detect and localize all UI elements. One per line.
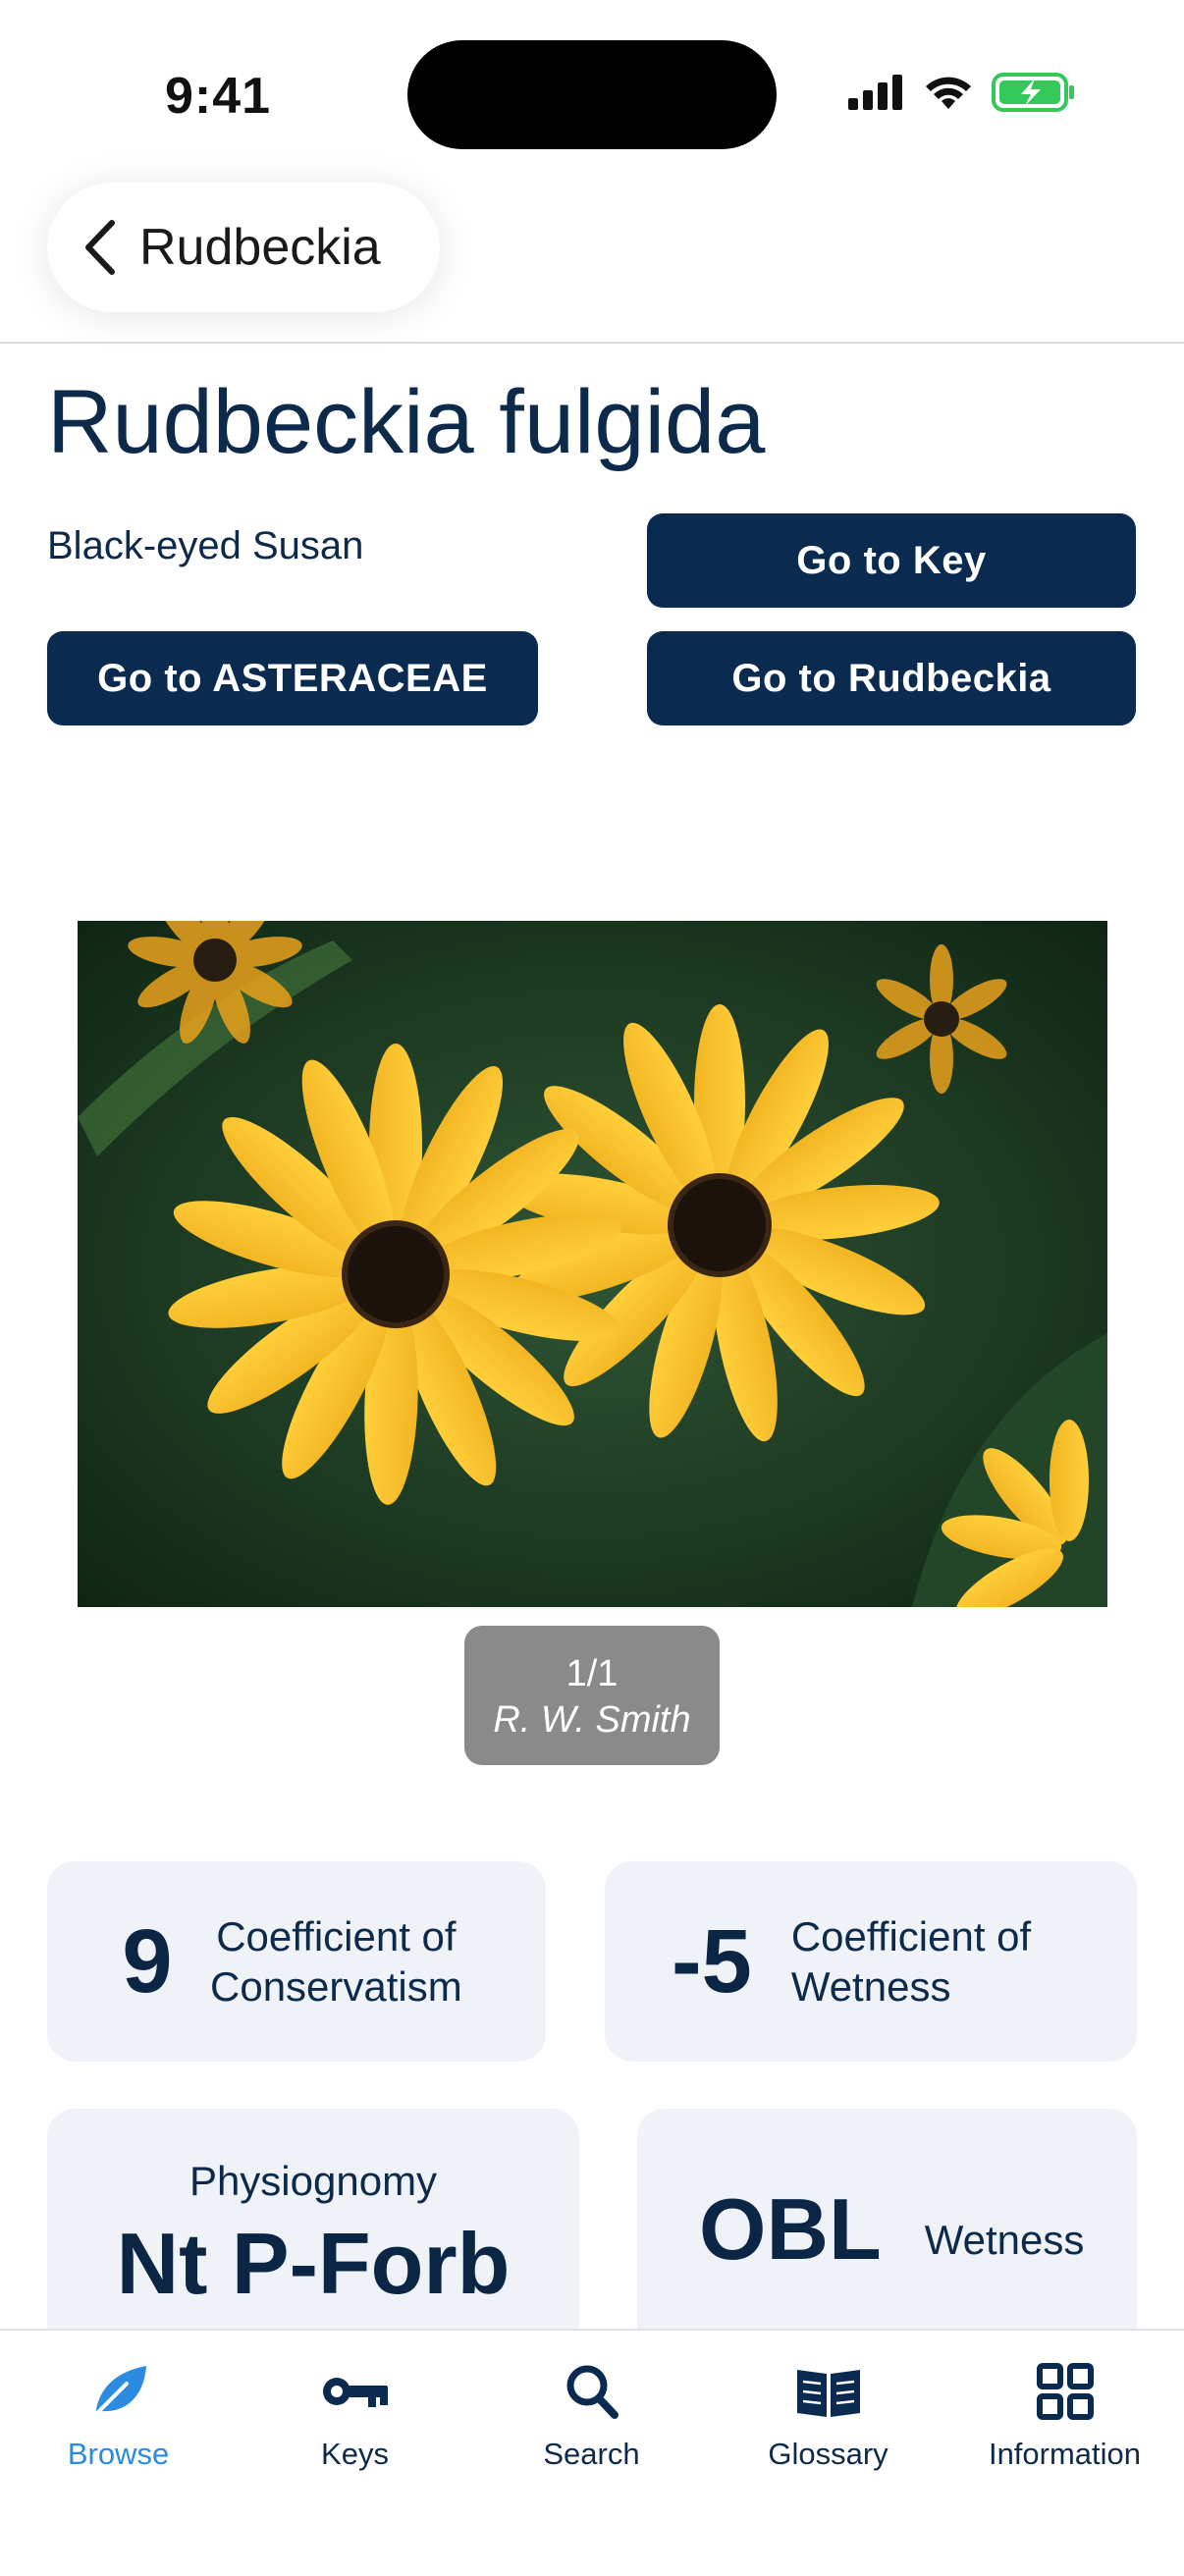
- coefficient-of-wetness-card: -5 Coefficient of Wetness: [605, 1861, 1137, 2062]
- species-title: Rudbeckia fulgida: [47, 372, 766, 472]
- tab-browse[interactable]: Browse: [0, 2331, 237, 2497]
- cw-label: Coefficient of Wetness: [791, 1911, 1031, 2012]
- cc-value: 9: [122, 1910, 173, 2012]
- tab-bar: Browse Keys Search Glossary Information: [0, 2329, 1184, 2576]
- status-icons: [848, 73, 1076, 112]
- go-to-genus-button[interactable]: Go to Rudbeckia: [647, 631, 1136, 725]
- cw-value: -5: [672, 1910, 752, 2012]
- cc-label-line2: Conservatism: [210, 1963, 462, 2010]
- species-photo[interactable]: [78, 921, 1107, 1607]
- leaf-icon: [88, 2366, 146, 2421]
- wetness-label: Wetness: [924, 2217, 1085, 2263]
- tab-glossary-label: Glossary: [768, 2437, 888, 2471]
- photo-credit: R. W. Smith: [493, 1699, 691, 1741]
- go-to-family-button[interactable]: Go to ASTERACEAE: [47, 631, 538, 725]
- cw-label-line1: Coefficient of: [790, 1913, 1032, 1959]
- dynamic-island: [407, 40, 777, 149]
- tab-search-label: Search: [543, 2437, 640, 2471]
- cw-label-line2: Wetness: [790, 1963, 951, 2010]
- photo-caption: 1/1 R. W. Smith: [464, 1626, 720, 1765]
- book-icon: [796, 2370, 860, 2417]
- wifi-icon: [926, 77, 971, 109]
- tab-glossary[interactable]: Glossary: [710, 2331, 946, 2497]
- key-icon: [322, 2378, 388, 2407]
- physiognomy-value: Nt P-Forb: [116, 2215, 511, 2312]
- back-label: Rudbeckia: [139, 219, 381, 276]
- cc-label-line1: Coefficient of: [216, 1913, 457, 1959]
- search-icon: [566, 2365, 619, 2419]
- go-to-key-button[interactable]: Go to Key: [647, 513, 1136, 608]
- back-button[interactable]: Rudbeckia: [47, 183, 440, 312]
- tab-information[interactable]: Information: [946, 2331, 1183, 2497]
- tab-keys-label: Keys: [321, 2437, 389, 2471]
- tab-search[interactable]: Search: [473, 2331, 710, 2497]
- battery-charging-icon: [992, 73, 1074, 112]
- tab-browse-label: Browse: [67, 2437, 170, 2471]
- chevron-left-icon: [85, 220, 115, 275]
- grid-icon: [1036, 2363, 1094, 2420]
- photo-counter: 1/1: [565, 1653, 619, 1694]
- header-divider: [0, 342, 1184, 344]
- status-time: 9:41: [165, 68, 272, 125]
- wetness-value: OBL: [699, 2180, 882, 2278]
- tab-information-label: Information: [988, 2437, 1142, 2471]
- cc-label: Coefficient of Conservatism: [210, 1911, 462, 2012]
- common-name: Black-eyed Susan: [47, 524, 364, 567]
- coefficient-of-conservatism-card: 9 Coefficient of Conservatism: [47, 1861, 546, 2062]
- physiognomy-label: Physiognomy: [188, 2158, 438, 2204]
- flower-photo-illustration: [78, 921, 1107, 1607]
- tab-keys[interactable]: Keys: [237, 2331, 473, 2497]
- cellular-signal-icon: [848, 75, 902, 110]
